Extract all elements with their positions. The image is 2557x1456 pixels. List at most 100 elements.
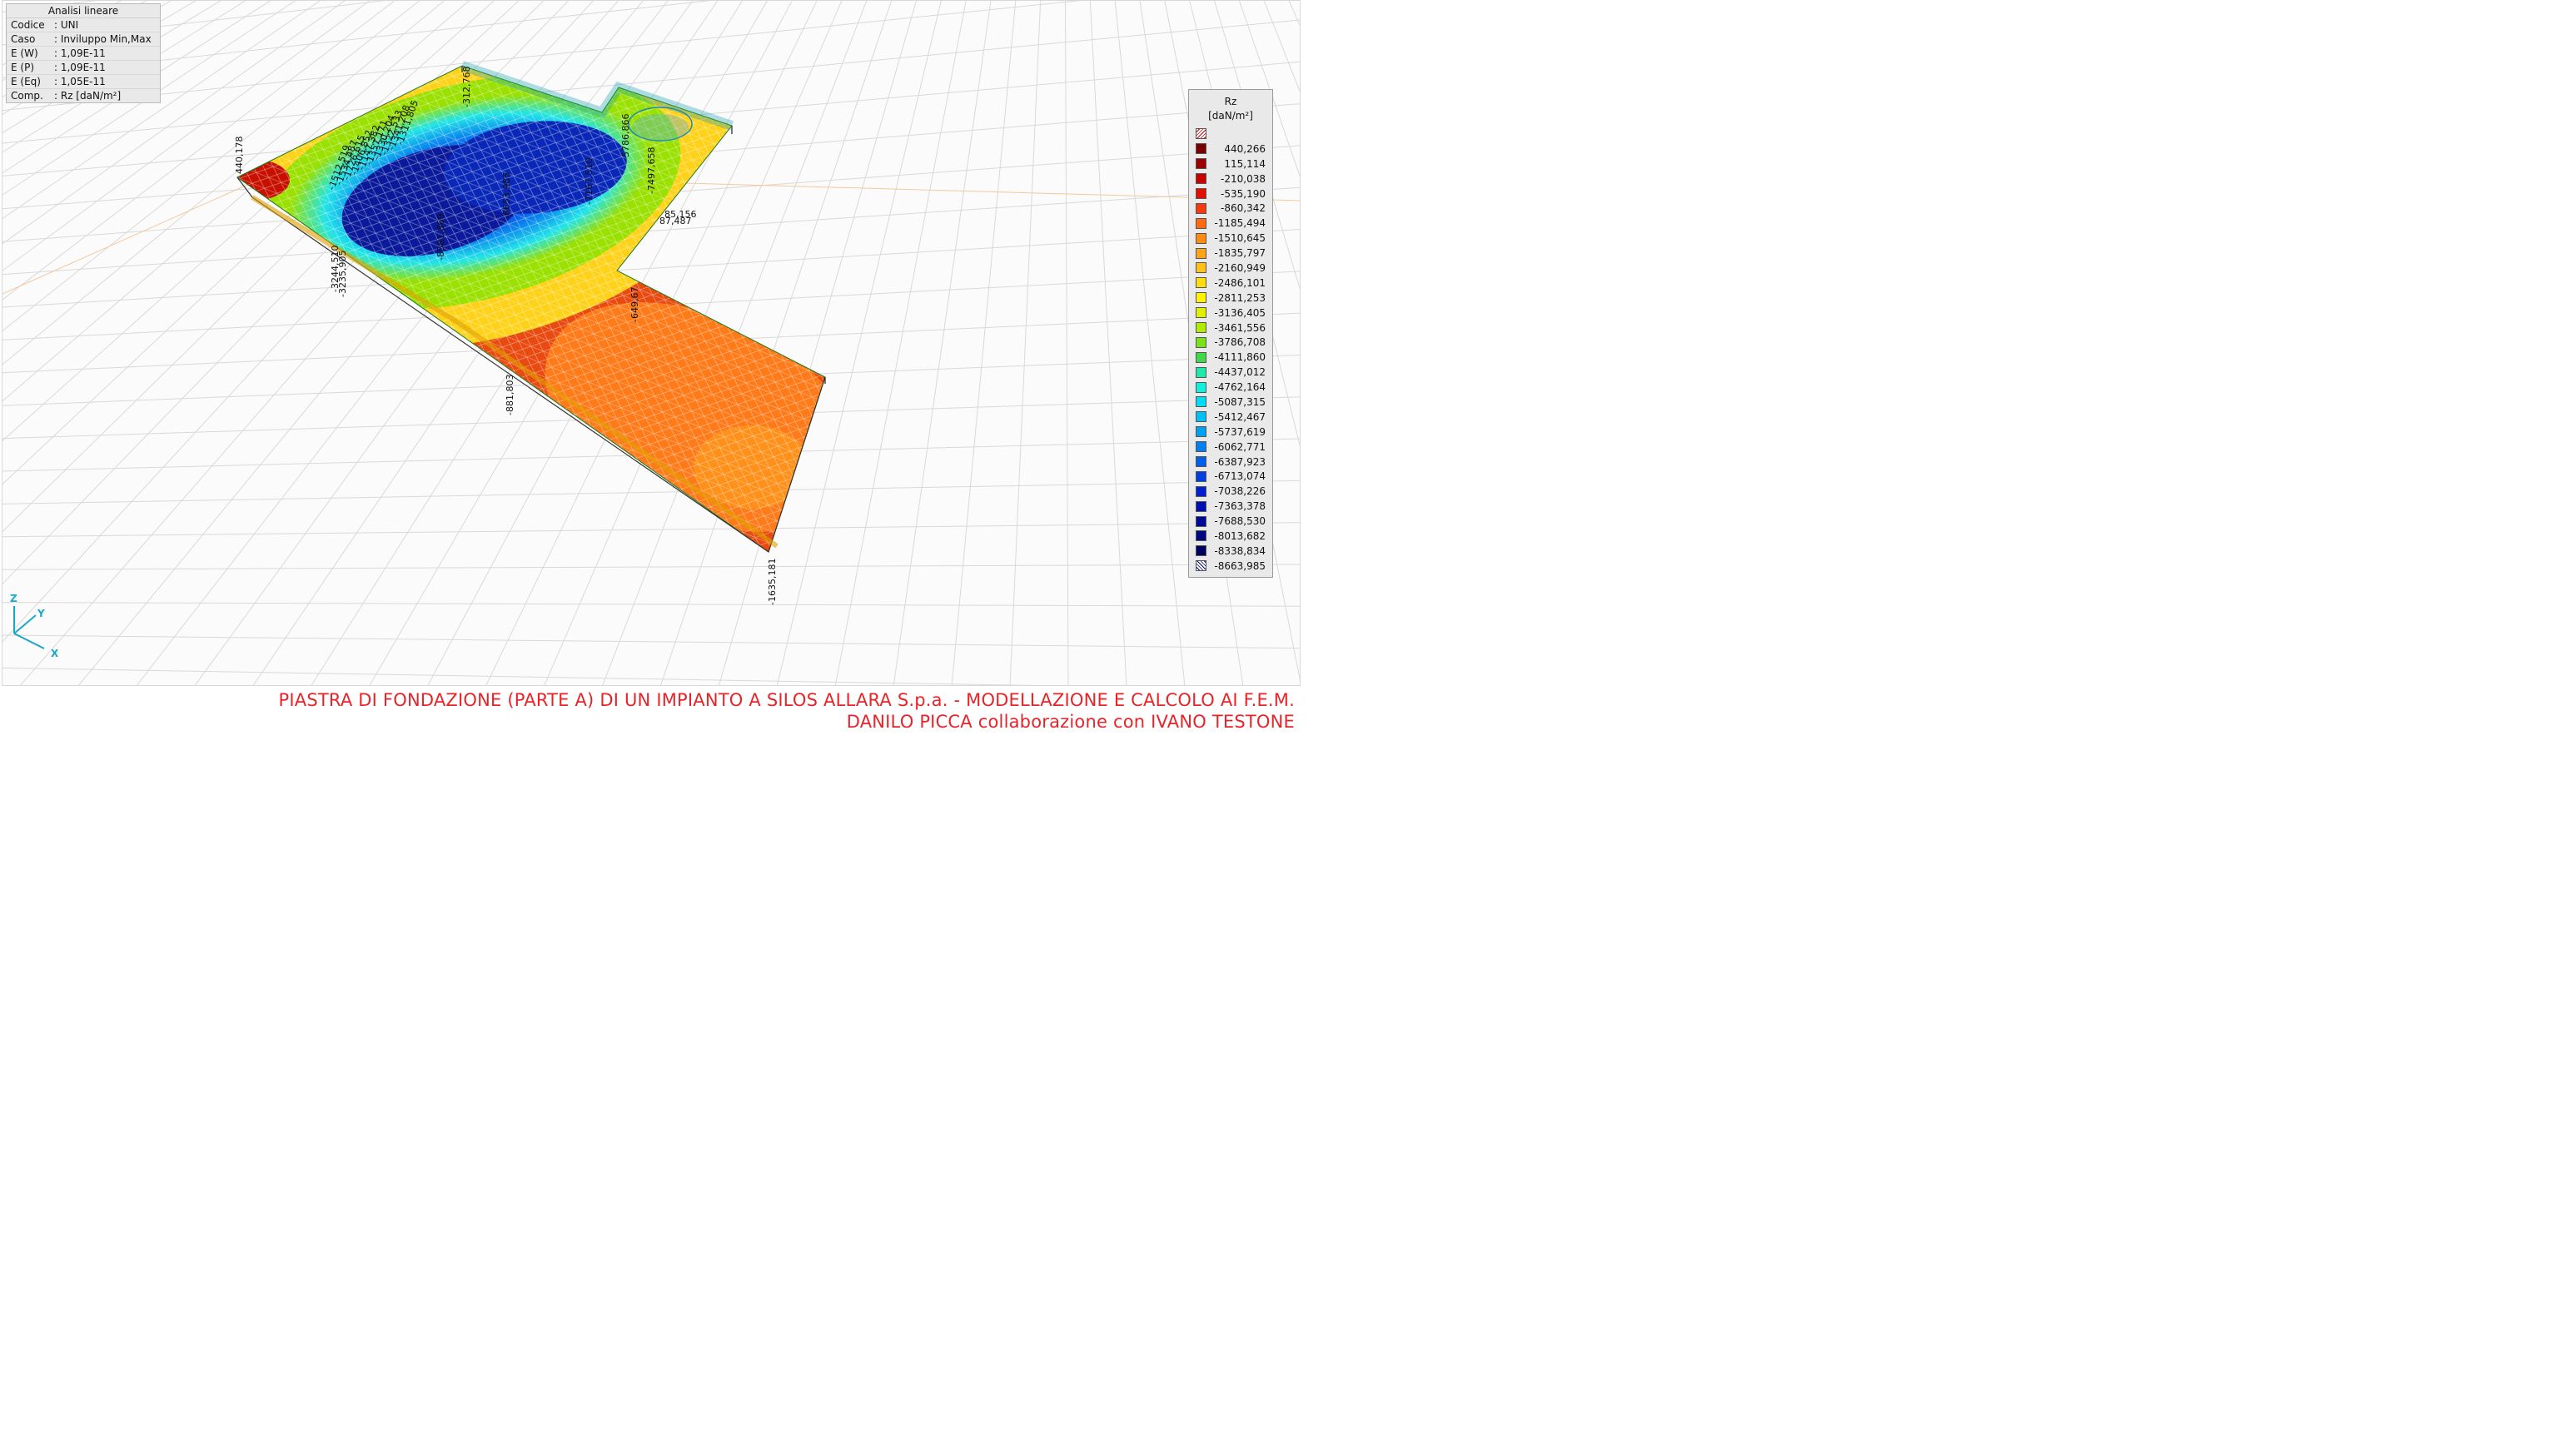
legend-entry: -860,342: [1189, 201, 1272, 216]
info-value: : 1,09E-11: [54, 62, 106, 73]
legend-value: -1185,494: [1214, 217, 1266, 230]
legend-swatch: [1196, 441, 1206, 453]
result-value-label: -5786,866: [620, 114, 631, 161]
legend-swatch: [1196, 485, 1206, 497]
legend-value: -3136,405: [1214, 306, 1266, 319]
legend-swatch: [1196, 366, 1206, 378]
legend-entry: -6387,923: [1189, 455, 1272, 470]
legend-value: -8663,985: [1214, 559, 1266, 572]
legend-value: -8338,834: [1214, 544, 1266, 557]
legend-swatch: [1196, 411, 1206, 423]
info-value: : UNI: [54, 19, 79, 31]
info-row-ew: E (W) : 1,09E-11: [7, 47, 160, 61]
legend-swatch: [1196, 515, 1206, 527]
legend-swatch: [1196, 158, 1206, 170]
legend-over-max: [1189, 127, 1272, 142]
legend-entry: -4762,164: [1189, 380, 1272, 395]
info-row-component: Comp.: Rz [daN/m²]: [7, 89, 160, 102]
info-row-code: Codice: UNI: [7, 18, 160, 32]
legend-value: 115,114: [1224, 157, 1266, 170]
legend-value: -4762,164: [1214, 381, 1266, 394]
color-scale-legend[interactable]: Rz [daN/m²] 440,266 115,114 -210,038 -535,1…: [1188, 89, 1273, 578]
legend-swatch: [1196, 322, 1206, 334]
legend-swatch: [1196, 202, 1206, 214]
legend-entry: -6062,771: [1189, 440, 1272, 455]
analysis-info-panel: Analisi lineare Codice: UNI Caso : Invilu…: [6, 3, 161, 103]
legend-swatch: [1196, 262, 1206, 274]
foundation-plate[interactable]: [183, 1, 895, 578]
legend-unit: [daN/m²]: [1208, 110, 1253, 122]
result-value-label: -3235,905: [337, 251, 348, 297]
info-row-ep: E (P) : 1,09E-11: [7, 61, 160, 75]
result-value-label: 87,487: [659, 216, 692, 226]
legend-entry: -6713,074: [1189, 469, 1272, 484]
fem-model-view[interactable]: 440,178-312,768-1512,519-1534,487-1726,6…: [2, 1, 1301, 686]
legend-entry: 440,266: [1189, 142, 1272, 157]
result-value-label: -1635,181: [767, 559, 778, 605]
info-row-case: Caso : Inviluppo Min,Max: [7, 32, 160, 47]
info-key: E (P): [11, 62, 34, 73]
legend-entry: -4437,012: [1189, 365, 1272, 380]
legend-value: -8013,682: [1214, 529, 1266, 542]
result-value-label: -312,768: [461, 67, 472, 107]
legend-value: -6713,074: [1214, 470, 1266, 483]
legend-value: -3461,556: [1214, 321, 1266, 334]
result-value-label: -7167,510: [584, 158, 594, 205]
legend-swatch: [1196, 545, 1206, 557]
legend-swatch: [1196, 456, 1206, 468]
legend-value: -7688,530: [1214, 515, 1266, 528]
legend-entry: -1835,797: [1189, 246, 1272, 261]
legend-value: -6387,923: [1214, 455, 1266, 468]
legend-value: -5087,315: [1214, 395, 1266, 408]
legend-entry: -2811,253: [1189, 291, 1272, 306]
info-value: : Rz [daN/m²]: [54, 90, 122, 102]
result-value-label: -7497,658: [646, 147, 657, 194]
legend-swatch: [1196, 470, 1206, 482]
info-row-eeq: E (Eq): 1,05E-11: [7, 75, 160, 89]
footer-title: PIASTRA DI FONDAZIONE (PARTE A) DI UN IM…: [278, 690, 1295, 710]
axis-y-label: Y: [37, 608, 45, 619]
legend-swatch: [1196, 560, 1206, 572]
info-value: : Inviluppo Min,Max: [54, 33, 152, 45]
legend-entry: -8013,682: [1189, 529, 1272, 544]
legend-entry: -7688,530: [1189, 514, 1272, 529]
legend-value: -860,342: [1221, 202, 1266, 215]
analysis-title: Analisi lineare: [7, 4, 160, 18]
legend-swatch: [1196, 336, 1206, 348]
legend-swatch: [1196, 500, 1206, 512]
info-key: E (W): [11, 47, 38, 59]
legend-entry: -8338,834: [1189, 544, 1272, 559]
legend-swatch: [1196, 292, 1206, 304]
info-value: : 1,09E-11: [54, 47, 106, 59]
legend-value: -4111,860: [1214, 351, 1266, 364]
legend-entry: -4111,860: [1189, 350, 1272, 365]
legend-value: 440,266: [1224, 142, 1266, 155]
legend-entry: -5737,619: [1189, 425, 1272, 440]
legend-swatch: [1196, 426, 1206, 438]
result-value-label: -649,67: [629, 287, 640, 322]
model-viewport[interactable]: 440,178 -312,768 -1512,519 -1534,487 -1726,6…: [2, 0, 1301, 686]
legend-value: -5412,467: [1214, 410, 1266, 423]
legend-value: -6062,771: [1214, 440, 1266, 453]
legend-entry: -7038,226: [1189, 484, 1272, 499]
legend-entry: -535,190: [1189, 186, 1272, 201]
result-value-label: -8653,985: [501, 172, 512, 219]
legend-entry: -3136,405: [1189, 306, 1272, 321]
result-value-label: -8581,869: [435, 214, 446, 261]
legend-value: -5737,619: [1214, 425, 1266, 438]
info-key: Caso: [11, 33, 36, 45]
legend-title: Rz: [1224, 96, 1237, 107]
legend-value: -7363,378: [1214, 500, 1266, 513]
legend-value: -1835,797: [1214, 247, 1266, 260]
result-value-label: 440,178: [234, 137, 245, 175]
axis-y-line: [13, 614, 37, 634]
legend-value: -3786,708: [1214, 336, 1266, 349]
legend-entry: -5087,315: [1189, 395, 1272, 410]
legend-value: -1510,645: [1214, 232, 1266, 245]
hatch-swatch-icon: [1196, 128, 1206, 140]
legend-value: -2160,949: [1214, 261, 1266, 274]
legend-swatch: [1196, 232, 1206, 244]
legend-swatch: [1196, 217, 1206, 229]
axis-z-label: Z: [10, 593, 17, 604]
legend-entry: -1510,645: [1189, 231, 1272, 246]
